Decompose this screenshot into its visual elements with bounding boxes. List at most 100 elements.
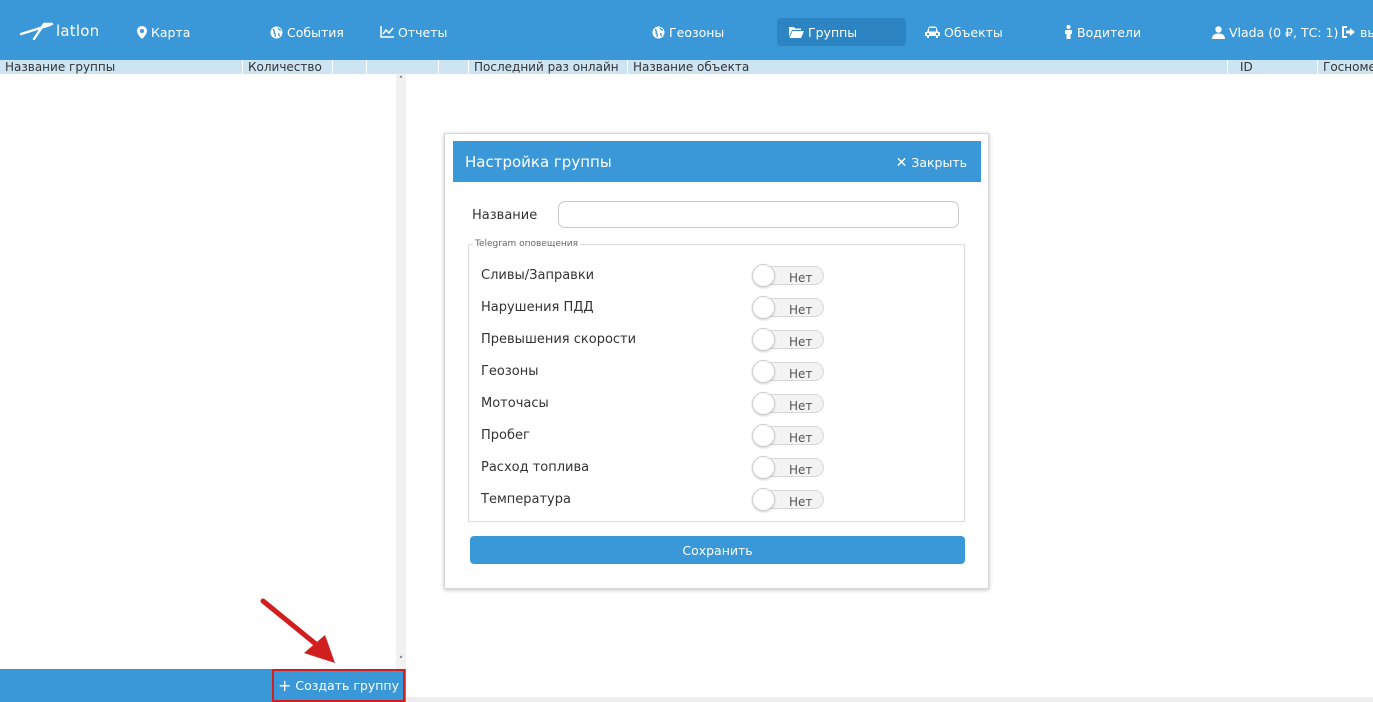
- scroll-down-icon[interactable]: ˅: [396, 656, 406, 666]
- col-count[interactable]: Количество: [243, 60, 333, 74]
- scroll-up-icon[interactable]: ˄: [396, 76, 406, 86]
- col-object-name[interactable]: Название объекта: [628, 60, 1228, 74]
- notification-label: Пробег: [481, 428, 530, 443]
- create-group-button[interactable]: + Создать группу: [272, 669, 405, 702]
- nav-user-label: Vlada (0 ₽, ТС: 1): [1229, 24, 1339, 40]
- nav-geozones-label: Геозоны: [669, 24, 725, 40]
- notification-label: Сливы/Заправки: [481, 268, 595, 283]
- toggle-state-label: Нет: [789, 335, 813, 349]
- nav-objects[interactable]: Объекты: [925, 18, 1003, 46]
- modal-close-button[interactable]: ✕ Закрыть: [896, 155, 967, 170]
- notification-toggle[interactable]: Нет: [752, 264, 824, 287]
- map-marker-icon: [137, 25, 147, 39]
- nav-drivers-label: Водители: [1077, 24, 1142, 40]
- top-navbar: latlon Карта События Отчеты Геозоны Груп…: [0, 0, 1373, 60]
- notification-row: Превышения скорости Нет: [481, 328, 951, 351]
- toggle-knob: [752, 456, 775, 479]
- toggle-knob: [752, 488, 775, 511]
- logo-mark-icon: [20, 22, 54, 40]
- col-empty-1[interactable]: [333, 60, 367, 74]
- notification-row: Геозоны Нет: [481, 360, 951, 383]
- toggle-knob: [752, 264, 775, 287]
- nav-reports[interactable]: Отчеты: [380, 18, 447, 46]
- col-empty-2[interactable]: [367, 60, 439, 74]
- toggle-state-label: Нет: [789, 303, 813, 317]
- nav-map-label: Карта: [151, 24, 191, 40]
- globe-icon: [652, 26, 665, 39]
- person-icon: [1064, 25, 1073, 39]
- notification-row: Пробег Нет: [481, 424, 951, 447]
- toggle-knob: [752, 328, 775, 351]
- modal-title: Настройка группы: [465, 153, 612, 171]
- nav-reports-label: Отчеты: [398, 24, 448, 40]
- toggle-state-label: Нет: [789, 271, 813, 285]
- nav-objects-label: Объекты: [944, 24, 1003, 40]
- notification-toggle[interactable]: Нет: [752, 360, 824, 383]
- toggle-state-label: Нет: [789, 367, 813, 381]
- sign-out-icon: [1342, 26, 1356, 38]
- telegram-notifications-fieldset: Telegram оповещения Сливы/Заправки Нет Нар…: [468, 239, 965, 522]
- folder-open-icon: [789, 26, 804, 38]
- notification-toggle[interactable]: Нет: [752, 328, 824, 351]
- nav-events[interactable]: События: [270, 18, 344, 46]
- col-empty-3[interactable]: [439, 60, 469, 74]
- close-icon: ✕: [895, 154, 908, 171]
- toggle-knob: [752, 360, 775, 383]
- user-icon: [1212, 25, 1225, 39]
- toggle-state-label: Нет: [789, 495, 813, 509]
- car-icon: [925, 26, 940, 38]
- group-name-label: Название: [472, 208, 538, 223]
- notification-toggle[interactable]: Нет: [752, 456, 824, 479]
- col-last-online[interactable]: Последний раз онлайн: [469, 60, 628, 74]
- content-bottom-edge: [406, 697, 1373, 702]
- toggle-knob: [752, 392, 775, 415]
- globe-icon: [270, 26, 283, 39]
- telegram-notifications-legend: Telegram оповещения: [473, 239, 580, 249]
- nav-logout[interactable]: вы: [1342, 18, 1373, 46]
- logo-text: latlon: [56, 22, 100, 40]
- notification-label: Геозоны: [481, 364, 539, 379]
- notification-label: Превышения скорости: [481, 332, 637, 347]
- notification-label: Нарушения ПДД: [481, 300, 594, 315]
- group-list-scrollbar[interactable]: ˄ ˅: [396, 74, 406, 702]
- create-group-label: Создать группу: [295, 678, 399, 693]
- col-plate[interactable]: Госномер: [1318, 60, 1373, 74]
- toggle-knob: [752, 296, 775, 319]
- nav-groups[interactable]: Группы: [777, 18, 906, 46]
- notification-row: Температура Нет: [481, 488, 951, 511]
- notification-label: Расход топлива: [481, 460, 590, 475]
- nav-geozones[interactable]: Геозоны: [652, 18, 724, 46]
- column-header-bar: Название группы Количество Последний раз…: [0, 60, 1373, 74]
- nav-user[interactable]: Vlada (0 ₽, ТС: 1): [1212, 18, 1338, 46]
- save-button[interactable]: Сохранить: [470, 536, 965, 564]
- notification-toggle[interactable]: Нет: [752, 392, 824, 415]
- notification-row: Расход топлива Нет: [481, 456, 951, 479]
- nav-logout-label: вы: [1360, 24, 1373, 40]
- nav-map[interactable]: Карта: [137, 18, 190, 46]
- notification-toggle[interactable]: Нет: [752, 424, 824, 447]
- notification-row: Нарушения ПДД Нет: [481, 296, 951, 319]
- toggle-knob: [752, 424, 775, 447]
- notification-row: Сливы/Заправки Нет: [481, 264, 951, 287]
- notification-toggle[interactable]: Нет: [752, 296, 824, 319]
- notification-label: Температура: [481, 492, 571, 507]
- group-name-input[interactable]: [558, 201, 959, 228]
- annotation-arrow-icon: [260, 598, 335, 663]
- nav-groups-label: Группы: [808, 24, 858, 40]
- brand-logo[interactable]: latlon: [20, 22, 99, 40]
- group-list: [0, 74, 396, 669]
- modal-close-label: Закрыть: [911, 155, 967, 170]
- modal-header: Настройка группы ✕ Закрыть: [453, 141, 981, 182]
- toggle-state-label: Нет: [789, 463, 813, 477]
- nav-drivers[interactable]: Водители: [1064, 18, 1141, 46]
- line-chart-icon: [380, 26, 394, 38]
- col-group-name[interactable]: Название группы: [0, 60, 243, 74]
- notification-row: Моточасы Нет: [481, 392, 951, 415]
- notification-label: Моточасы: [481, 396, 549, 411]
- group-settings-modal: Настройка группы ✕ Закрыть Название Tele…: [444, 133, 989, 589]
- notification-toggle[interactable]: Нет: [752, 488, 824, 511]
- col-id[interactable]: ID: [1228, 60, 1318, 74]
- toggle-state-label: Нет: [789, 399, 813, 413]
- plus-icon: +: [278, 675, 292, 695]
- nav-events-label: События: [287, 24, 344, 40]
